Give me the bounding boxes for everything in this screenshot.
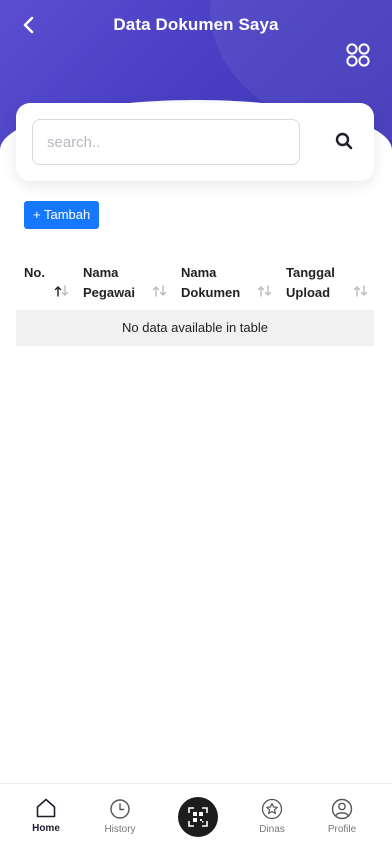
- nav-label: Home: [32, 823, 60, 834]
- sort-icon[interactable]: [257, 285, 273, 297]
- nav-item-dinas[interactable]: Dinas: [252, 784, 292, 844]
- column-header-label: No.: [24, 265, 45, 280]
- star-badge-icon: [261, 798, 283, 820]
- bottom-nav: Home History Dinas Profile: [0, 783, 392, 844]
- search-input[interactable]: [32, 119, 300, 165]
- nav-label: Dinas: [259, 824, 285, 835]
- sort-icon[interactable]: [152, 285, 168, 297]
- search-button[interactable]: [332, 129, 356, 153]
- nav-item-history[interactable]: History: [98, 784, 142, 844]
- scan-button[interactable]: [178, 797, 218, 837]
- search-card: [16, 103, 374, 181]
- add-document-button[interactable]: + Tambah: [24, 201, 100, 229]
- empty-table-row: No data available in table: [16, 310, 374, 346]
- nav-label: History: [104, 824, 136, 835]
- nav-item-home[interactable]: Home: [26, 784, 66, 844]
- menu-button[interactable]: [345, 42, 371, 68]
- column-header-label: Nama: [181, 265, 217, 280]
- grid-circles-icon: [346, 43, 370, 67]
- column-header-label: Nama: [83, 265, 119, 280]
- nav-item-profile[interactable]: Profile: [322, 784, 362, 844]
- clock-icon: [110, 799, 130, 819]
- table-header: No. Nama Pegawai Nama Dokumen Tanggal Up…: [16, 256, 374, 310]
- column-header-no[interactable]: No.: [24, 263, 45, 283]
- column-header-label: Tanggal: [286, 265, 335, 280]
- column-header-label: Upload: [286, 285, 331, 300]
- home-icon: [36, 798, 56, 818]
- column-header-label: Pegawai: [83, 285, 136, 300]
- user-icon: [331, 798, 353, 820]
- search-icon: [335, 132, 353, 150]
- column-header-nama-pegawai[interactable]: Nama Pegawai: [83, 263, 135, 303]
- sort-icon[interactable]: [353, 285, 369, 297]
- column-header-nama-dokumen[interactable]: Nama Dokumen: [181, 263, 240, 303]
- documents-table: No. Nama Pegawai Nama Dokumen Tanggal Up…: [16, 256, 374, 346]
- nav-label: Profile: [327, 824, 357, 835]
- sort-asc-active-icon[interactable]: [54, 285, 70, 297]
- qr-scan-icon: [188, 807, 208, 827]
- column-header-tanggal-upload[interactable]: Tanggal Upload: [286, 263, 335, 303]
- column-header-label: Dokumen: [181, 285, 241, 300]
- page-title: Data Dokumen Saya: [113, 15, 279, 34]
